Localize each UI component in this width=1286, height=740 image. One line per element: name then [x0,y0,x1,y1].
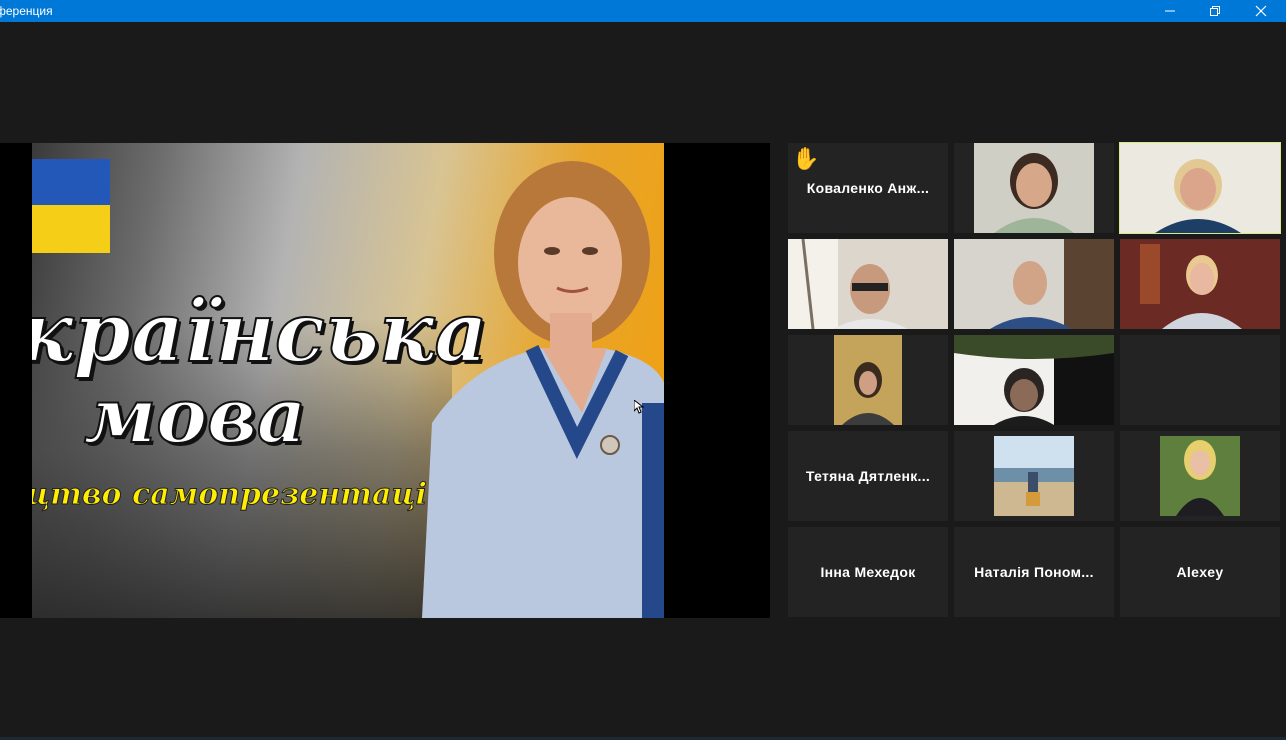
participant-video [788,239,948,329]
participant-tile[interactable] [788,239,948,329]
participant-video [1120,239,1280,329]
presentation-slide: країнська мова цтво самопрезентації [32,143,664,618]
participant-tile[interactable] [954,143,1114,233]
shared-screen[interactable]: країнська мова цтво самопрезентації [0,143,770,618]
participant-name: Тетяна Дятленк... [805,468,931,484]
restore-icon [1210,6,1220,16]
mouse-cursor-icon [634,400,644,414]
participant-tile[interactable] [954,239,1114,329]
participant-tile[interactable]: Alexey [1120,527,1280,617]
participant-name: Наталія Поном... [974,564,1094,580]
close-button[interactable] [1238,0,1284,22]
participant-tile[interactable] [954,431,1114,521]
minimize-icon [1165,10,1175,12]
participant-video [954,335,1114,425]
restore-button[interactable] [1192,0,1238,22]
participant-tile[interactable] [954,335,1114,425]
slide-title-line2: мова [83,370,307,461]
participant-name: Коваленко Анж... [806,180,930,196]
participant-name: Alexey [1176,564,1224,580]
participant-tile-active-speaker[interactable] [1119,142,1281,234]
participant-tile[interactable] [1120,239,1280,329]
slide-subtitle: цтво самопрезентації [32,477,439,513]
participant-name: Інна Мехедок [820,564,916,580]
minimize-button[interactable] [1147,0,1193,22]
participant-avatar [1160,436,1240,516]
participant-video [954,239,1114,329]
participant-tile[interactable] [1120,431,1280,521]
participant-tile[interactable] [788,335,948,425]
participant-video [974,143,1094,233]
participant-video [1120,143,1280,233]
title-bar: ференция [0,0,1286,22]
participant-video [834,335,902,425]
participant-tile[interactable]: Інна Мехедок [788,527,948,617]
participant-avatar [994,436,1074,516]
close-icon [1255,5,1267,17]
window-title: ференция [0,4,53,18]
participant-tile[interactable]: ✋ Коваленко Анж... [788,143,948,233]
participant-tile[interactable]: Тетяна Дятленк... [788,431,948,521]
presenter-photo [422,161,664,618]
ukraine-flag-image [32,159,110,205]
participant-tile[interactable] [1120,335,1280,425]
participant-tile[interactable]: Наталія Поном... [954,527,1114,617]
